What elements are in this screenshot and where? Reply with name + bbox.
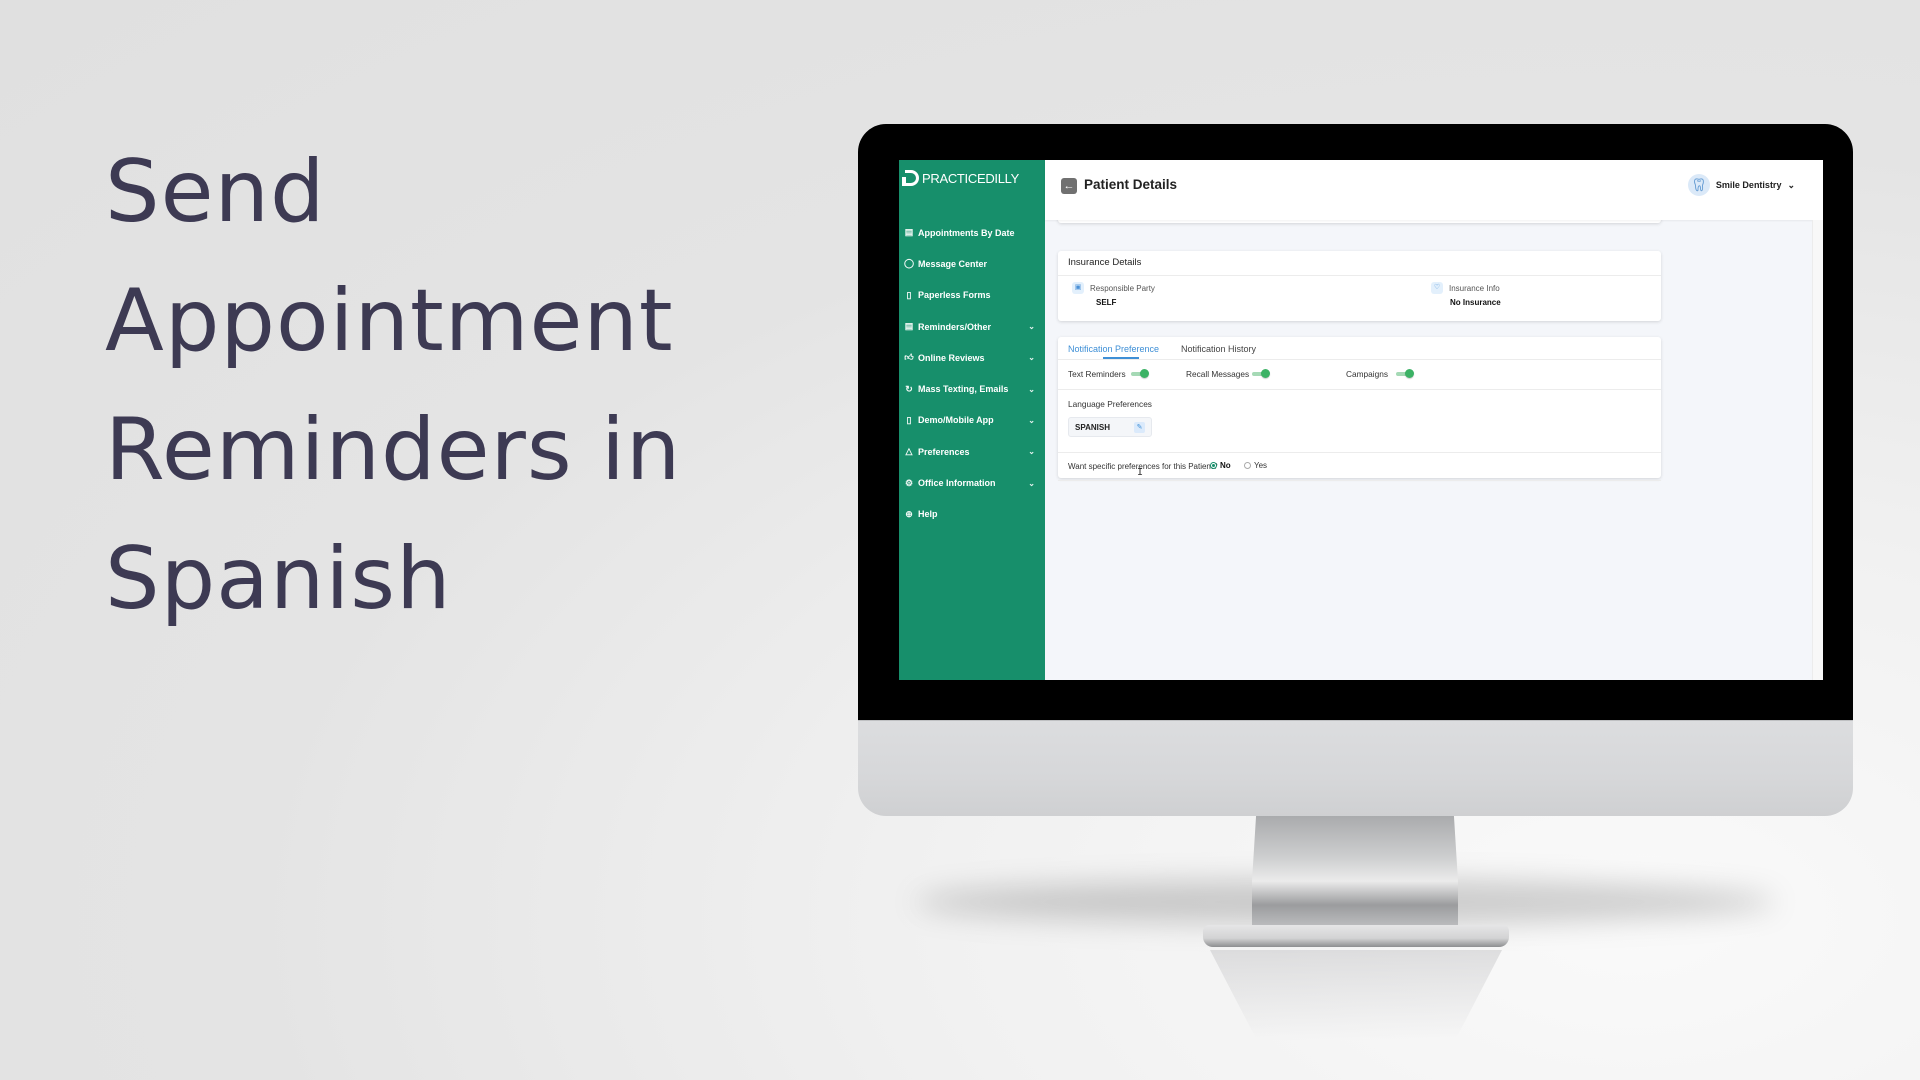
chevron-down-icon: ⌄ [1028,322,1035,332]
toggle-knob [1405,369,1414,378]
sidebar-item-paperless-forms[interactable]: ▯ Paperless Forms [899,280,1045,311]
app-screen: PRACTICEDILLY ▤ Appointments By Date ◯ M… [899,160,1823,680]
sidebar-item-mass-texting-emails[interactable]: ↻ Mass Texting, Emails ⌄ [899,373,1045,404]
practice-name: Smile Dentistry [1715,180,1782,190]
insurance-info: ♡ Insurance Info No Insurance [1431,282,1501,307]
headline-line-1: Send [105,142,326,242]
thumbs-up-icon: 👍︎ [904,352,914,363]
chevron-down-icon: ⌄ [1028,384,1035,394]
sidebar-item-reminders-other[interactable]: ▤ Reminders/Other ⌄ [899,311,1045,342]
chevron-down-icon: ⌄ [1028,447,1035,457]
sidebar-item-label: Office Information [918,478,996,489]
responsible-party-value: SELF [1096,298,1117,307]
text-reminders-toggle[interactable] [1131,369,1149,378]
arrow-left-icon[interactable]: ← [1061,178,1077,194]
radio-yes-label: Yes [1254,461,1268,470]
sidebar-item-help[interactable]: ⊕ Help [899,499,1045,530]
scrollbar[interactable] [1812,220,1823,680]
language-field[interactable]: SPANISH ✎ [1068,417,1152,437]
heart-icon: ♡ [1431,282,1443,294]
language-value: SPANISH [1075,423,1110,432]
language-preferences: Language Preferences SPANISH ✎ [1058,390,1661,453]
text-cursor-icon: I [1137,467,1144,478]
chevron-down-icon: ⌄ [1028,415,1035,425]
monitor-stand-base [1203,925,1509,947]
lifebuoy-icon: ⊕ [905,508,913,519]
toggle-knob [1140,369,1149,378]
brand-logo[interactable]: PRACTICEDILLY [902,170,1019,186]
responsible-party: ▣ Responsible Party SELF [1072,282,1155,307]
headline-line-4: Spanish [105,529,452,629]
refresh-icon: ↻ [905,383,913,394]
pencil-icon[interactable]: ✎ [1134,422,1145,433]
sidebar-item-label: Reminders/Other [918,321,992,332]
sidebar-item-label: Online Reviews [918,352,985,363]
sidebar-item-online-reviews[interactable]: 👍︎ Online Reviews ⌄ [899,342,1045,373]
language-preferences-label: Language Preferences [1068,399,1152,409]
headline-line-3: Reminders in [105,400,682,500]
sidebar-item-appointments-by-date[interactable]: ▤ Appointments By Date [899,217,1045,248]
chevron-down-icon: ⌄ [1028,353,1035,363]
chat-bubble-icon: ◯ [904,258,915,269]
radio-yes[interactable]: Yes [1244,461,1267,470]
tab-notification-history[interactable]: Notification History [1181,344,1256,354]
sidebar-nav: ▤ Appointments By Date ◯ Message Center … [899,217,1045,530]
radio-dot [1210,462,1217,469]
specific-preferences-row: Want specific preferences for this Patie… [1058,453,1661,481]
responsible-party-label: Responsible Party [1090,283,1155,293]
insurance-info-value: No Insurance [1450,298,1501,307]
recall-messages-label: Recall Messages [1186,369,1250,379]
sidebar-item-label: Preferences [918,446,970,457]
monitor-stand-neck [1252,815,1458,935]
sidebar-item-label: Help [918,509,938,520]
tooth-icon: 🦷︎ [1687,174,1710,196]
monitor-stand-reflection [1210,950,1502,1040]
page-title: Patient Details [1084,177,1178,192]
radio-no[interactable]: No [1210,461,1231,470]
notification-card: Notification Preference Notification His… [1058,337,1661,481]
headline: Send Appointment Reminders in Spanish [105,128,725,644]
tab-notification-preference[interactable]: Notification Preference [1068,344,1159,354]
radio-dot [1244,462,1251,469]
calendar-icon: ▤ [904,321,914,332]
active-tab-indicator [1103,357,1139,359]
recall-messages-toggle[interactable] [1252,369,1270,378]
sidebar-item-label: Appointments By Date [918,227,1015,238]
document-icon: ▯ [906,289,912,300]
sidebar-item-label: Demo/Mobile App [918,415,994,426]
practice-menu[interactable]: 🦷︎ Smile Dentistry ⌄ [1687,174,1795,196]
insurance-details-title: Insurance Details [1058,251,1661,276]
notification-toggles: Text Reminders Recall Messages Campaigns [1058,360,1661,390]
sidebar-item-preferences[interactable]: △ Preferences ⌄ [899,436,1045,467]
sidebar-item-label: Mass Texting, Emails [918,384,1009,395]
campaigns-label: Campaigns [1346,369,1388,379]
sidebar: PRACTICEDILLY ▤ Appointments By Date ◯ M… [899,160,1045,680]
gear-icon: ⚙ [904,477,914,488]
text-reminders-label: Text Reminders [1068,369,1126,379]
mobile-phone-icon: ▯ [906,414,912,425]
notification-tabs: Notification Preference Notification His… [1058,337,1661,360]
top-bar: ← Patient Details 🦷︎ Smile Dentistry ⌄ [1045,160,1823,220]
sidebar-item-label: Message Center [918,258,988,269]
brand-name: PRACTICEDILLY [922,170,1019,186]
insurance-details-card: Insurance Details ▣ Responsible Party SE… [1058,251,1661,321]
monitor-chin [858,720,1853,816]
sidebar-item-office-information[interactable]: ⚙ Office Information ⌄ [899,467,1045,498]
briefcase-icon: ▣ [1072,282,1084,294]
chevron-down-icon: ⌄ [1028,478,1035,488]
campaigns-toggle[interactable] [1396,369,1414,378]
headline-line-2: Appointment [105,271,674,371]
insurance-info-label: Insurance Info [1449,283,1500,293]
sidebar-item-message-center[interactable]: ◯ Message Center [899,248,1045,279]
sidebar-item-demo-mobile-app[interactable]: ▯ Demo/Mobile App ⌄ [899,405,1045,436]
calendar-icon: ▤ [904,227,914,238]
bell-icon: △ [905,446,913,457]
radio-no-label: No [1220,461,1231,470]
toggle-knob [1261,369,1270,378]
sidebar-item-label: Paperless Forms [918,290,991,301]
brand-logo-mark-icon [902,170,919,186]
chevron-down-icon: ⌄ [1787,179,1795,190]
